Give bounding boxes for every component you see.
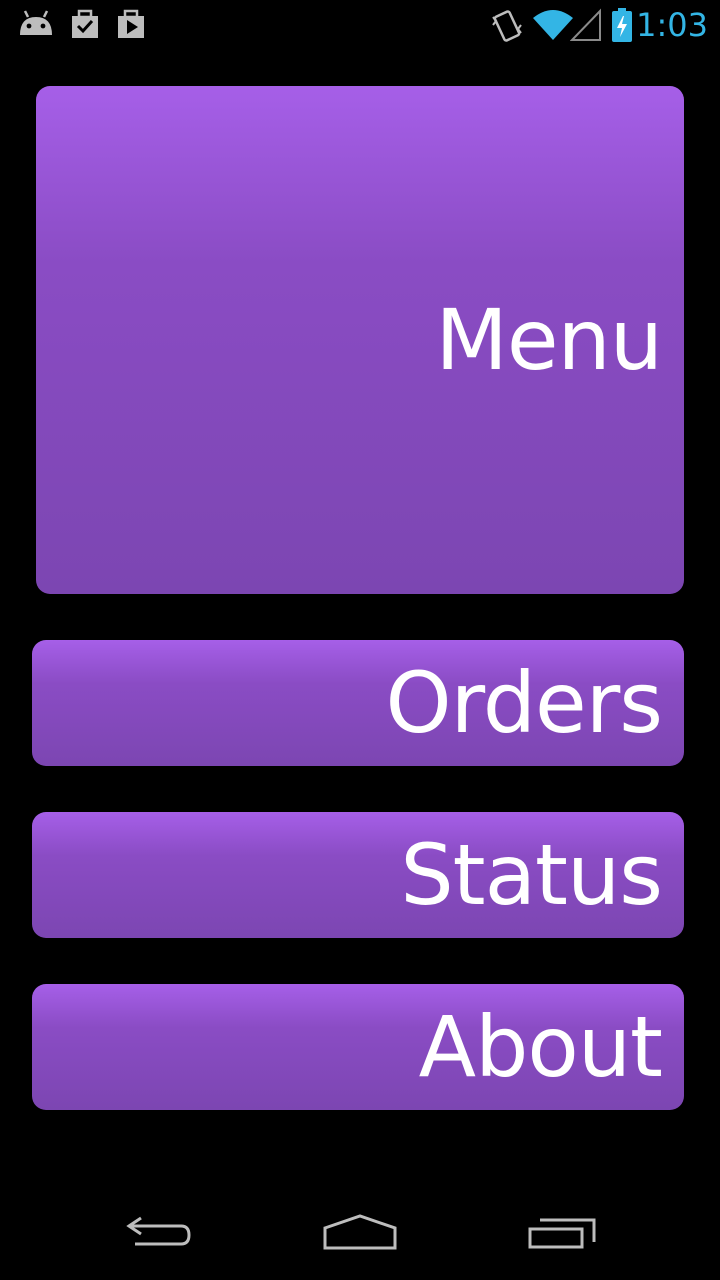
back-icon xyxy=(125,1212,195,1256)
about-button[interactable]: About xyxy=(32,984,684,1110)
wifi-icon xyxy=(532,7,574,43)
home-icon xyxy=(322,1212,398,1256)
task-check-icon xyxy=(68,7,102,43)
home-button[interactable] xyxy=(300,1204,420,1264)
orders-button-label: Orders xyxy=(385,654,663,752)
menu-button[interactable]: Menu xyxy=(36,86,684,594)
navigation-bar xyxy=(0,1180,720,1280)
status-button-label: Status xyxy=(400,826,663,924)
recents-icon xyxy=(526,1212,598,1256)
battery-charging-icon xyxy=(610,7,634,43)
vibrate-icon xyxy=(490,7,524,43)
recents-button[interactable] xyxy=(502,1204,622,1264)
signal-icon xyxy=(569,7,602,43)
about-button-label: About xyxy=(418,998,663,1096)
status-bar: 1:03 xyxy=(0,0,720,50)
orders-button[interactable]: Orders xyxy=(32,640,684,766)
menu-button-label: Menu xyxy=(435,291,663,389)
android-icon xyxy=(16,7,56,43)
back-button[interactable] xyxy=(100,1204,220,1264)
task-play-icon xyxy=(114,7,148,43)
status-button[interactable]: Status xyxy=(32,812,684,938)
status-time: 1:03 xyxy=(636,6,708,44)
